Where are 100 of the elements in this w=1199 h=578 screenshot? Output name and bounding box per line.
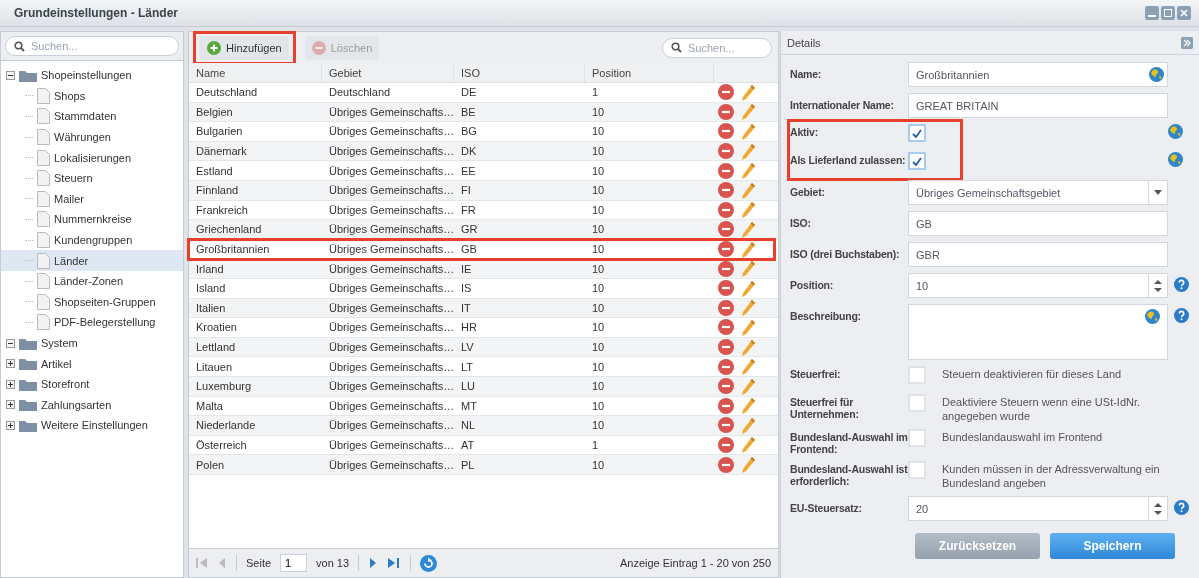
checkbox[interactable] bbox=[908, 394, 926, 412]
tree-item[interactable]: Steuern bbox=[54, 172, 93, 185]
number-field[interactable]: 20 bbox=[908, 496, 1168, 521]
tree-item[interactable]: Shopeinstellungen bbox=[41, 69, 132, 82]
delete-icon[interactable] bbox=[718, 397, 734, 414]
maximize-button[interactable] bbox=[1161, 6, 1175, 20]
close-button[interactable] bbox=[1177, 6, 1191, 20]
pencil-icon[interactable] bbox=[742, 240, 756, 258]
column-header[interactable]: Position bbox=[585, 63, 714, 82]
pencil-icon[interactable] bbox=[742, 181, 756, 199]
checkbox[interactable] bbox=[908, 366, 926, 384]
pencil-icon[interactable] bbox=[742, 279, 756, 297]
tree-item[interactable]: Länder-Zonen bbox=[54, 275, 124, 288]
tree-item[interactable]: Artikel bbox=[41, 357, 72, 370]
checkbox[interactable] bbox=[908, 124, 926, 142]
help-icon[interactable] bbox=[1174, 277, 1189, 292]
delete-icon[interactable] bbox=[718, 143, 734, 160]
globe-icon[interactable] bbox=[1145, 309, 1160, 324]
globe-icon[interactable] bbox=[1149, 67, 1164, 82]
delete-icon[interactable] bbox=[718, 437, 734, 453]
last-page-icon[interactable] bbox=[387, 557, 402, 569]
tree-item[interactable]: Stammdaten bbox=[54, 110, 117, 123]
tree-item[interactable]: Zahlungsarten bbox=[41, 398, 112, 411]
refresh-icon[interactable] bbox=[420, 554, 438, 572]
pencil-icon[interactable] bbox=[742, 299, 756, 317]
delete-icon[interactable] bbox=[718, 299, 734, 316]
delete-icon[interactable] bbox=[718, 103, 734, 120]
delete-icon[interactable] bbox=[718, 221, 734, 238]
tree-item[interactable]: Länder bbox=[54, 254, 89, 267]
expand-icon[interactable] bbox=[6, 420, 15, 430]
tree-item[interactable]: Währungen bbox=[54, 131, 111, 144]
column-header[interactable]: Name bbox=[189, 63, 322, 82]
tree-item[interactable]: Shopseiten-Gruppen bbox=[54, 295, 156, 308]
description-field[interactable] bbox=[908, 304, 1168, 360]
pencil-icon[interactable] bbox=[742, 416, 756, 434]
checkbox[interactable] bbox=[908, 461, 926, 479]
tree-item[interactable]: Shops bbox=[54, 89, 86, 102]
delete-icon[interactable] bbox=[718, 358, 734, 375]
minimize-button[interactable] bbox=[1145, 6, 1159, 20]
text-field[interactable]: Großbritannien bbox=[908, 62, 1168, 87]
tree-item[interactable]: Kundengruppen bbox=[54, 234, 133, 247]
pencil-icon[interactable] bbox=[742, 358, 756, 376]
delete-icon[interactable] bbox=[718, 162, 734, 179]
collapse-icon[interactable] bbox=[6, 70, 15, 80]
pencil-icon[interactable] bbox=[742, 397, 756, 415]
delete-icon[interactable] bbox=[718, 456, 734, 473]
delete-icon[interactable] bbox=[718, 339, 734, 355]
pencil-icon[interactable] bbox=[742, 318, 756, 336]
collapse-icon[interactable] bbox=[6, 338, 15, 348]
dropdown-field[interactable]: Übriges Gemeinschaftsgebiet bbox=[908, 180, 1168, 205]
pencil-icon[interactable] bbox=[742, 456, 756, 474]
tree-item[interactable]: Nummernkreise bbox=[54, 213, 132, 226]
delete-icon[interactable] bbox=[718, 260, 734, 277]
expand-icon[interactable] bbox=[6, 359, 15, 369]
pencil-icon[interactable] bbox=[742, 201, 756, 219]
globe-icon[interactable] bbox=[1168, 124, 1183, 139]
spinner-icon[interactable] bbox=[1154, 501, 1162, 516]
pencil-icon[interactable] bbox=[742, 260, 756, 278]
checkbox[interactable] bbox=[908, 152, 926, 170]
pencil-icon[interactable] bbox=[742, 123, 756, 140]
text-field[interactable]: GBR bbox=[908, 242, 1168, 267]
pencil-icon[interactable] bbox=[742, 220, 756, 238]
table-cell-text: 1 bbox=[591, 86, 600, 99]
spinner-icon[interactable] bbox=[1154, 278, 1162, 293]
column-header[interactable]: Gebiet bbox=[322, 63, 454, 82]
page-field[interactable]: 1 bbox=[280, 554, 308, 572]
delete-icon[interactable] bbox=[718, 123, 734, 140]
pencil-icon[interactable] bbox=[742, 142, 756, 160]
delete-icon[interactable] bbox=[718, 182, 734, 199]
pencil-icon[interactable] bbox=[742, 436, 756, 454]
delete-icon[interactable] bbox=[718, 378, 734, 395]
pencil-icon[interactable] bbox=[742, 83, 756, 101]
expand-icon[interactable] bbox=[6, 379, 15, 389]
expand-icon[interactable] bbox=[6, 400, 15, 410]
tree-item[interactable]: PDF-Belegerstellung bbox=[54, 316, 156, 329]
add-button[interactable]: Hinzufügen bbox=[200, 35, 289, 60]
collapse-button[interactable] bbox=[1181, 37, 1193, 49]
pencil-icon[interactable] bbox=[742, 377, 756, 395]
delete-icon[interactable] bbox=[718, 201, 734, 218]
tree-item[interactable]: Mailer bbox=[54, 192, 84, 205]
delete-icon[interactable] bbox=[718, 319, 734, 336]
text-field[interactable]: GB bbox=[908, 211, 1168, 236]
tree-item[interactable]: System bbox=[41, 337, 78, 349]
delete-icon[interactable] bbox=[718, 280, 734, 297]
tree-item[interactable]: Weitere Einstellungen bbox=[41, 419, 148, 432]
delete-icon[interactable] bbox=[718, 84, 734, 101]
pencil-icon[interactable] bbox=[742, 103, 756, 121]
tree-item[interactable]: Lokalisierungen bbox=[54, 151, 132, 164]
help-icon[interactable] bbox=[1174, 500, 1189, 515]
delete-icon[interactable] bbox=[718, 241, 734, 258]
delete-icon[interactable] bbox=[718, 417, 734, 434]
help-icon[interactable] bbox=[1174, 308, 1189, 323]
column-header[interactable]: ISO bbox=[454, 63, 585, 82]
pencil-icon[interactable] bbox=[742, 162, 756, 180]
number-field[interactable]: 10 bbox=[908, 273, 1168, 298]
pencil-icon[interactable] bbox=[742, 338, 756, 356]
tree-item[interactable]: Storefront bbox=[41, 378, 90, 391]
text-field[interactable]: GREAT BRITAIN bbox=[908, 93, 1168, 118]
checkbox[interactable] bbox=[908, 429, 926, 447]
globe-icon[interactable] bbox=[1168, 152, 1183, 167]
